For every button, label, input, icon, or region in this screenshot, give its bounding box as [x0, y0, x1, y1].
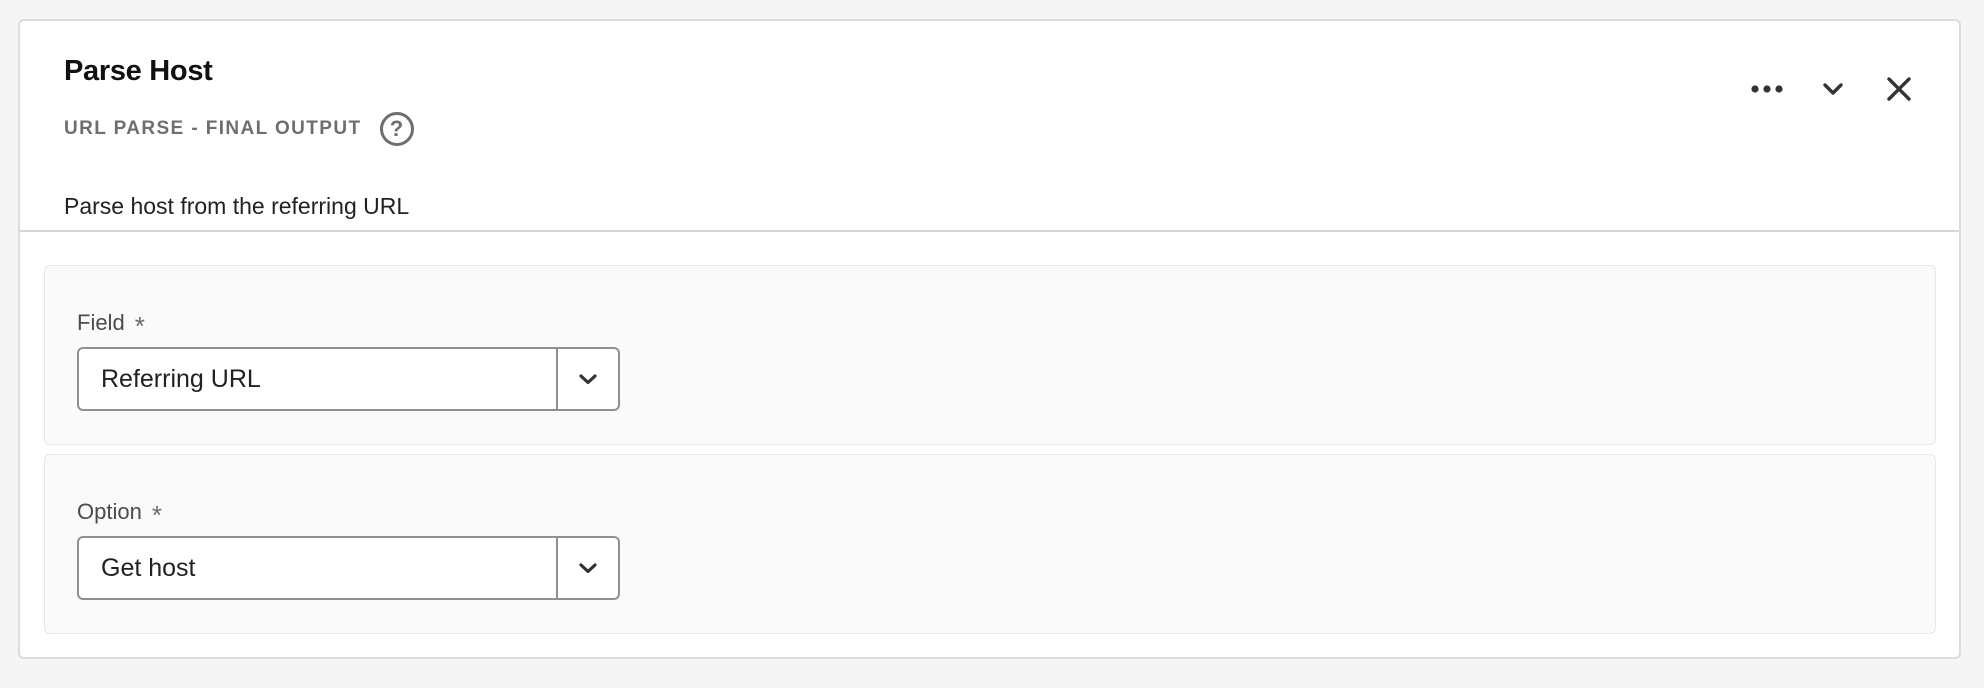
option-picker[interactable]: Get host — [77, 536, 620, 600]
more-horizontal-icon — [1751, 85, 1783, 93]
help-icon[interactable]: ? — [379, 112, 414, 146]
panel-title: Parse Host — [64, 55, 213, 87]
more-options-button[interactable] — [1743, 69, 1791, 109]
subtitle-row: URL PARSE - FINAL OUTPUT ? — [64, 111, 414, 147]
panel-description: Parse host from the referring URL — [64, 193, 410, 219]
option-picker-value[interactable]: Get host — [79, 538, 556, 598]
option-label-text: Option — [77, 499, 142, 524]
chevron-down-icon — [579, 374, 597, 385]
option-section: Option * Get host — [44, 454, 1936, 634]
panel-header: Parse Host URL PARSE - FINAL OUTPUT ? Pa… — [20, 21, 1959, 232]
field-label-text: Field — [77, 310, 125, 335]
close-button[interactable] — [1875, 69, 1923, 109]
chevron-down-icon — [579, 563, 597, 574]
field-label: Field * — [77, 310, 145, 341]
required-icon: * — [151, 500, 162, 530]
required-icon: * — [134, 311, 145, 341]
chevron-down-icon — [1823, 83, 1843, 95]
panel-toolbar — [1743, 69, 1923, 109]
option-picker-button[interactable] — [556, 538, 618, 598]
field-picker[interactable]: Referring URL — [77, 347, 620, 411]
close-icon — [1887, 77, 1911, 101]
field-section: Field * Referring URL — [44, 265, 1936, 445]
parse-host-panel: Parse Host URL PARSE - FINAL OUTPUT ? Pa… — [18, 19, 1961, 659]
option-label: Option * — [77, 499, 162, 530]
field-picker-value[interactable]: Referring URL — [79, 349, 556, 409]
collapse-button[interactable] — [1809, 69, 1857, 109]
field-picker-button[interactable] — [556, 349, 618, 409]
panel-subtitle: URL PARSE - FINAL OUTPUT — [64, 118, 362, 139]
